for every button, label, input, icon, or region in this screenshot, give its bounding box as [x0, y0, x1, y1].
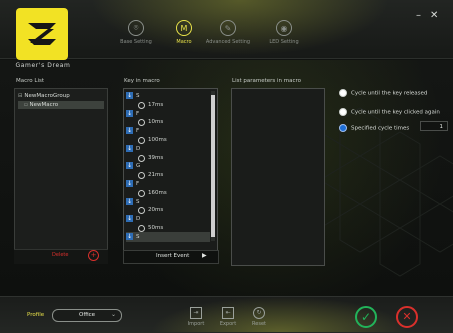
minimize-button[interactable]: –	[416, 10, 421, 21]
event-text: 10ms	[148, 119, 164, 126]
insert-arrow-icon: ▶	[202, 252, 207, 259]
brand-mark-icon	[28, 23, 56, 45]
led-icon: ◉	[276, 20, 292, 36]
key-down-icon: ↓	[126, 197, 133, 205]
radio-specified-times[interactable]: Specified cycle times	[339, 124, 409, 132]
event-text: 21ms	[148, 172, 164, 179]
insert-event-label: Insert Event	[156, 253, 190, 259]
export-icon: ⇤	[222, 307, 234, 319]
export-button[interactable]: ⇤ Export	[213, 307, 243, 327]
profile-select[interactable]: Office ⌄	[52, 309, 122, 322]
brand-logo	[16, 8, 68, 60]
tree-group[interactable]: ⊟ NewMacroGroup	[18, 92, 104, 100]
event-text: 17ms	[148, 101, 164, 108]
event-text: S	[136, 93, 140, 99]
tab-label: Macro	[176, 39, 192, 45]
tab-label: Advanced Setting	[205, 39, 251, 45]
event-text: D	[136, 145, 141, 152]
key-down-icon: ↓	[126, 232, 133, 240]
tree-item[interactable]: ▫ NewMacro	[18, 101, 104, 109]
add-macro-button[interactable]: +	[88, 250, 99, 261]
event-text: 100ms	[148, 137, 167, 143]
delete-button[interactable]: Delete	[52, 252, 68, 258]
insert-event-button[interactable]: Insert Event ▶	[123, 250, 219, 264]
event-text: 50ms	[148, 225, 164, 231]
key-down-icon: ↓	[126, 109, 133, 117]
key-down-icon: ↓	[126, 144, 133, 152]
profile-value: Office	[79, 312, 96, 318]
ok-button[interactable]: ✓	[355, 306, 377, 328]
macro-icon: M	[176, 20, 192, 36]
key-down-icon: ↓	[126, 180, 133, 187]
event-text: 39ms	[148, 154, 164, 161]
list-parameters-title: List parameters in macro	[232, 78, 302, 84]
event-text: F	[136, 110, 140, 117]
key-down-icon: ↓	[126, 215, 133, 223]
cycle-times-input[interactable]: 1	[420, 121, 448, 131]
reset-icon: ↻	[253, 307, 265, 319]
event-text: G	[136, 163, 141, 170]
event-text: F	[136, 181, 140, 187]
tab-label: LED Setting	[269, 39, 299, 45]
chevron-down-icon: ⌄	[111, 311, 117, 318]
reset-button[interactable]: ↻ Reset	[244, 307, 274, 327]
radio-label: Specified cycle times	[351, 125, 410, 132]
key-down-icon: ↓	[126, 92, 133, 99]
event-text: S	[136, 198, 140, 205]
key-in-macro-panel: ↓ S 17ms ↓ F 10ms ↓ F 100ms ↓ D 39ms ↓ G 21ms ↓ F 160ms ↓ S…	[123, 88, 218, 264]
event-text: F	[136, 128, 140, 135]
scroll-thumb[interactable]	[211, 95, 215, 237]
profile-label: Profile	[27, 312, 45, 318]
parameters-panel	[231, 88, 325, 266]
key-down-icon: ↓	[126, 162, 133, 170]
radio-label: Cycle until the key released	[351, 90, 428, 97]
tab-advanced-setting[interactable]: ✎ Advanced Setting	[200, 20, 256, 45]
import-label: Import	[187, 321, 205, 327]
event-text: 160ms	[148, 189, 167, 196]
event-text: S	[136, 233, 140, 240]
import-icon: ⇥	[190, 307, 202, 319]
radio-cycle-released[interactable]: Cycle until the key released	[339, 89, 427, 97]
group-label: NewMacroGroup	[24, 93, 70, 99]
key-down-icon: ↓	[126, 127, 133, 135]
radio-dot-selected	[339, 124, 347, 132]
wrench-icon: ✎	[220, 20, 236, 36]
macro-list-panel: ⊟ NewMacroGroup ▫ NewMacro	[14, 88, 108, 264]
mouse-icon: ⌾	[128, 20, 144, 36]
tab-label: Base Setting	[120, 39, 152, 45]
cancel-button[interactable]: ✕	[396, 306, 418, 328]
reset-label: Reset	[252, 321, 266, 327]
brand-caption: Gamer's Dream	[15, 62, 71, 69]
export-label: Export	[219, 321, 237, 327]
radio-dot	[339, 89, 347, 97]
key-event-row[interactable]: ↓ S	[126, 231, 210, 242]
radio-label: Cycle until the key clicked again	[351, 109, 440, 116]
key-in-macro-title: Key in macro	[124, 78, 160, 84]
radio-cycle-clicked-again[interactable]: Cycle until the key clicked again	[339, 108, 440, 116]
macro-item-label: NewMacro	[29, 102, 59, 108]
macro-list-title: Macro List	[16, 78, 45, 84]
import-button[interactable]: ⇥ Import	[181, 307, 211, 327]
close-button[interactable]: ✕	[430, 10, 438, 21]
event-text: 20ms	[148, 207, 164, 214]
radio-dot	[339, 108, 347, 116]
event-text: D	[136, 216, 141, 223]
tab-led-setting[interactable]: ◉ LED Setting	[256, 20, 312, 45]
